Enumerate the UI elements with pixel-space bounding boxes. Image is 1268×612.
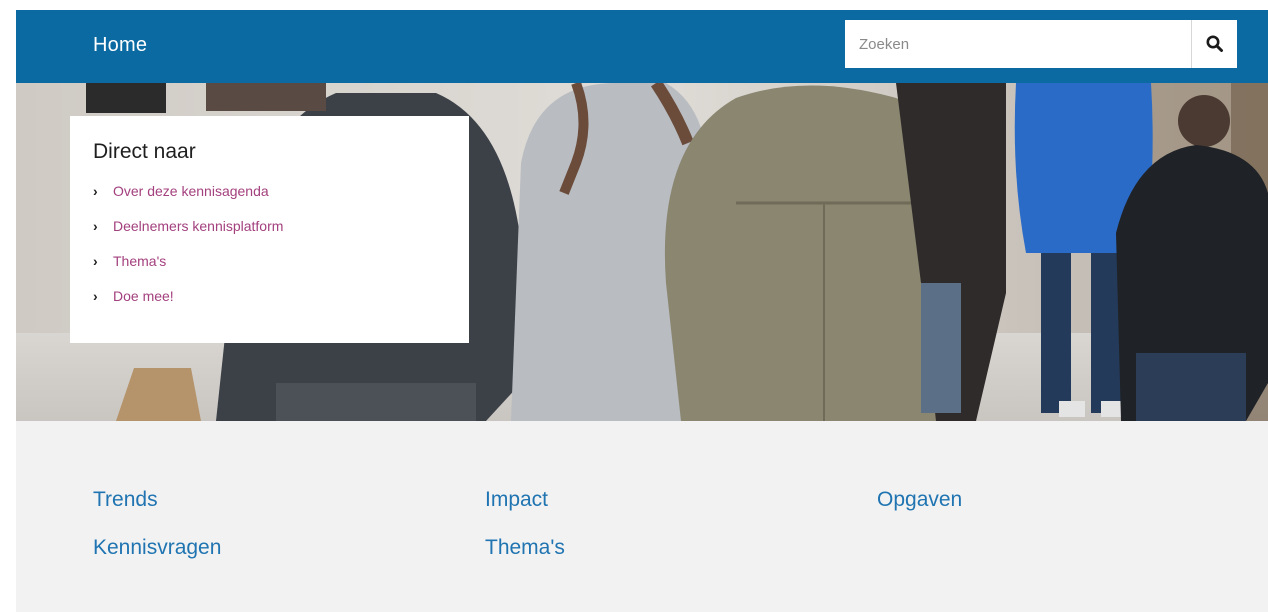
direct-naar-list: › Over deze kennisagenda › Deelnemers ke… (93, 182, 469, 322)
list-item: › Over deze kennisagenda (93, 182, 469, 217)
search-input[interactable] (845, 20, 1191, 68)
search-box (845, 20, 1237, 68)
category-link-opgaven[interactable]: Opgaven (877, 488, 962, 512)
chevron-right-icon: › (93, 288, 98, 304)
search-button[interactable] (1191, 20, 1237, 68)
search-icon (1206, 35, 1223, 52)
category-link-themas[interactable]: Thema's (485, 536, 565, 560)
list-item: › Doe mee! (93, 287, 469, 322)
link-doe-mee[interactable]: Doe mee! (113, 287, 174, 305)
chevron-right-icon: › (93, 218, 98, 234)
home-link[interactable]: Home (93, 34, 147, 57)
category-link-trends[interactable]: Trends (93, 488, 158, 512)
direct-naar-title: Direct naar (93, 140, 196, 163)
chevron-right-icon: › (93, 253, 98, 269)
category-link-impact[interactable]: Impact (485, 488, 548, 512)
direct-naar-panel: Direct naar › Over deze kennisagenda › D… (70, 116, 469, 343)
chevron-right-icon: › (93, 183, 98, 199)
list-item: › Thema's (93, 252, 469, 287)
page: Home Zoeken Direct naar › Over deze kenn… (16, 10, 1268, 612)
link-deelnemers-kennisplatform[interactable]: Deelnemers kennisplatform (113, 217, 283, 235)
top-navigation-bar: Home (16, 10, 1268, 83)
category-link-kennisvragen[interactable]: Kennisvragen (93, 536, 221, 560)
link-themas[interactable]: Thema's (113, 252, 166, 270)
list-item: › Deelnemers kennisplatform (93, 217, 469, 252)
link-over-deze-kennisagenda[interactable]: Over deze kennisagenda (113, 182, 269, 200)
